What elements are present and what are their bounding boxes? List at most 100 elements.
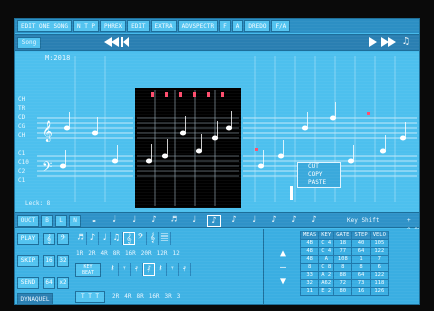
rewind-icon[interactable] [104,37,119,47]
rest-glyph[interactable]: 𝄾 [119,263,131,276]
length-value[interactable]: 2R [87,249,96,259]
multiplier-button[interactable]: x2 [57,277,69,289]
eighth-note-icon[interactable]: ♪ [307,215,321,227]
step-16-button[interactable]: 16 [43,255,55,267]
scroll-down-icon[interactable]: ▼ [272,275,294,289]
length-value[interactable]: 16R [124,249,137,259]
piano-roll-window[interactable] [135,88,241,208]
length-value[interactable]: 4R [99,249,108,259]
note-glyph[interactable]: 𝄢 [135,232,147,245]
menu-item-ntp[interactable]: N T P [72,20,100,32]
table-row[interactable]: 32 A62 72 73 118 [299,279,389,288]
eighth-note-icon[interactable]: ♪ [267,215,281,227]
table-row[interactable]: 11 E 2 80 16 126 [299,287,389,296]
palette-button-l[interactable]: L [55,215,67,227]
selected-rest-glyph[interactable]: 𝅀 [143,263,155,276]
menu-item-f[interactable]: F [219,20,231,32]
rest-glyph[interactable]: 𝄿 [179,263,191,276]
rest-glyph[interactable]: 𝄽 [107,263,119,276]
table-row[interactable]: 33 A 2 88 64 122 [299,271,389,280]
rest-glyph[interactable]: 𝄾 [167,263,179,276]
track-label[interactable]: CG [18,123,25,130]
back-icon[interactable] [121,37,129,47]
track-label[interactable]: CH [18,96,25,103]
sixteenth-note-icon[interactable]: ♬ [167,215,181,227]
scroll-up-icon[interactable]: ▲ [272,247,294,261]
rest-length-value[interactable]: 16R [148,292,161,302]
menu-item-paste[interactable]: PASTE [298,179,340,187]
length-value[interactable]: 20R [140,249,153,259]
dynamics-button[interactable]: DYNAQUEL [17,293,53,304]
skip-button[interactable]: SKIP [17,255,39,267]
step-32-button[interactable]: 32 [57,255,69,267]
menu-item-edit-one-song[interactable]: EDIT ONE SONG [17,20,72,32]
score-editor[interactable]: 𝄞 𝄢 M:2018 CH TR CD CG CH C1 C10 C2 C1 C… [15,52,419,212]
menu-item-fa[interactable]: F/A [271,20,291,32]
eighth-note-icon[interactable]: ♪ [287,215,301,227]
length-value[interactable]: 12R [156,249,169,259]
menu-item-phrex[interactable]: PHREX [100,20,127,32]
octave-button[interactable]: OUCT [17,215,39,227]
track-label[interactable]: CH [18,132,25,139]
table-row[interactable]: 8C 8886 [299,263,389,272]
track-label[interactable]: TR [18,105,25,112]
clef-icon[interactable]: 𝄞 [43,233,55,245]
half-note-icon[interactable]: 𝅗𝅥 [107,215,121,227]
note-glyph[interactable]: ♪ [87,232,99,245]
note-glyph[interactable]: 𝄚 [159,232,171,245]
fast-forward-icon[interactable] [381,37,396,47]
rest-glyph[interactable]: 𝄽 [155,263,167,276]
palette-button-b[interactable]: B [41,215,53,227]
quarter-note-icon[interactable]: ♩ [127,215,141,227]
selected-eighth-note-icon[interactable]: ♪ [207,215,221,227]
whole-note-icon[interactable]: 𝅝 [87,215,101,227]
palette-button-n[interactable]: N [69,215,81,227]
selected-note-glyph[interactable]: 𝄞 [123,232,135,245]
rest-length-value[interactable]: 8R [135,292,144,302]
rest-length-value[interactable]: 3R [164,292,173,302]
table-row[interactable]: 48 A 108 1 7 [299,255,389,264]
note-glyph[interactable]: ♩ [99,232,111,245]
track-label[interactable]: C1 [18,177,25,184]
eighth-note-icon[interactable]: ♪ [147,215,161,227]
note-glyph[interactable]: 𝄞 [147,232,159,245]
eighth-note-icon[interactable]: ♪ [227,215,241,227]
table-cell: 11 [299,287,320,296]
play-button[interactable]: PLAY [17,233,39,245]
play-icon[interactable] [369,37,377,47]
rest-glyph[interactable]: 𝄿 [131,263,143,276]
track-label[interactable]: CD [18,114,25,121]
step-64-button[interactable]: 64 [43,277,55,289]
column-header: GATE [333,231,353,240]
key-beat-button[interactable]: KEY BEAT [75,263,101,277]
note-glyph[interactable]: ♫ [111,232,123,245]
quarter-note-icon[interactable]: ♩ [247,215,261,227]
table-cell: 64 [351,271,371,280]
treble-clef-icon: 𝄞 [42,121,53,142]
menu-item-copy[interactable]: COPY [298,171,340,179]
rest-length-value[interactable]: 3 [176,292,182,302]
length-value[interactable]: 12 [171,249,180,259]
track-label[interactable]: C1 [18,150,25,157]
send-button[interactable]: SEND [17,277,39,289]
menu-item-edit[interactable]: EDIT [127,20,150,32]
quarter-note-icon[interactable]: ♩ [187,215,201,227]
note-glyph[interactable]: ♬ [75,232,87,245]
menu-item-a[interactable]: A [231,20,244,32]
menu-item-advspectr[interactable]: ADVSPECTR [177,20,219,32]
track-label[interactable]: C2 [18,168,25,175]
length-value[interactable]: 1R [75,249,84,259]
menu-item-cut[interactable]: CUT [298,163,340,171]
length-value[interactable]: 8R [112,249,121,259]
track-label[interactable]: C10 [18,159,29,166]
triplet-button[interactable]: T T T [75,291,105,303]
table-row[interactable]: 48 C 4 77 64 122 [299,247,389,256]
menu-item-extra[interactable]: EXTRA [150,20,177,32]
menu-item-dredo[interactable]: DREDO [244,20,271,32]
table-cell: 105 [369,239,389,248]
rest-length-value[interactable]: 2R [111,292,120,302]
clef-icon[interactable]: 𝄢 [57,233,69,245]
table-row[interactable]: 4B C 4 18 40 105 [299,239,389,248]
rest-length-value[interactable]: 4R [123,292,132,302]
key-shift-label: Key Shift [347,217,380,224]
